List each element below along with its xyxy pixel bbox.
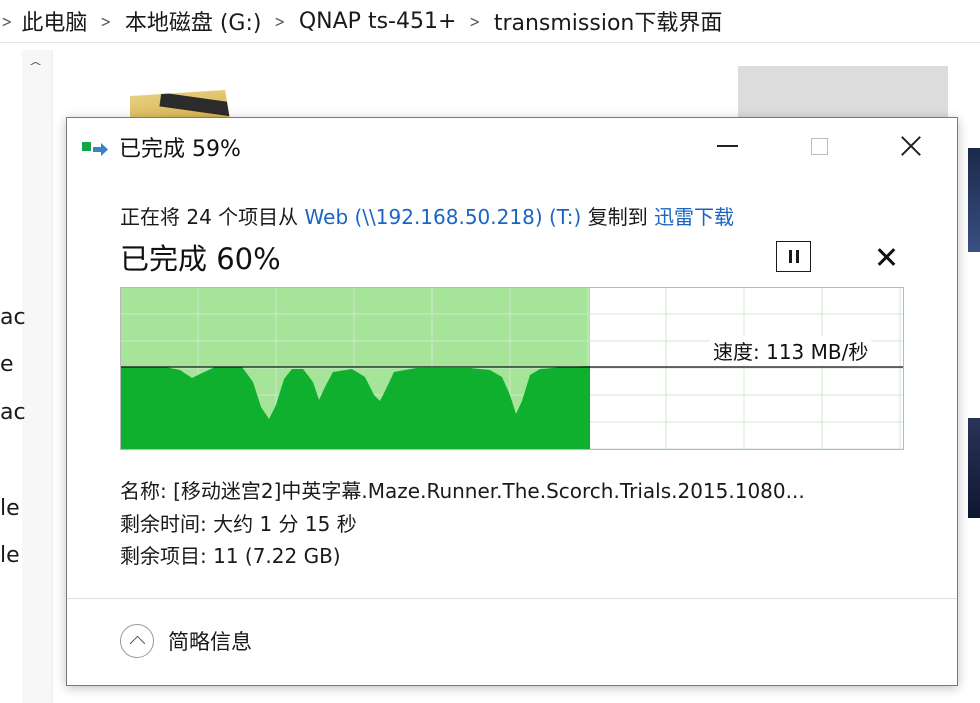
chevron-right-icon[interactable]: > bbox=[470, 12, 481, 31]
copy-progress-icon bbox=[82, 139, 110, 159]
chevron-up-icon[interactable]: ^ bbox=[28, 60, 43, 73]
file-thumbnail[interactable] bbox=[738, 66, 948, 122]
dialog-title: 已完成 59% bbox=[119, 137, 241, 162]
minimize-button[interactable] bbox=[681, 118, 773, 174]
items-remaining: 剩余项目: 11 (7.22 GB) bbox=[120, 544, 341, 568]
cancel-button[interactable] bbox=[877, 248, 895, 266]
divider bbox=[67, 598, 957, 599]
copy-description: 正在将 24 个项目从 Web (\\192.168.50.218) (T:) … bbox=[120, 201, 734, 230]
nav-item-fragment[interactable]: le bbox=[0, 543, 20, 568]
pause-icon bbox=[788, 250, 799, 263]
chevron-right-icon[interactable]: > bbox=[101, 12, 112, 31]
breadcrumb: > 此电脑 > 本地磁盘 (G:) > QNAP ts-451+ > trans… bbox=[0, 0, 980, 43]
image-thumbnail[interactable] bbox=[968, 418, 980, 518]
breadcrumb-item-current-folder[interactable]: transmission下载界面 bbox=[494, 5, 723, 37]
speed-label: 速度: 113 MB/秒 bbox=[710, 336, 872, 365]
nav-item-fragment[interactable]: ac bbox=[0, 305, 26, 330]
breadcrumb-item-this-pc[interactable]: 此电脑 bbox=[21, 5, 87, 37]
current-file-name: 名称: [移动迷宫2]中英字幕.Maze.Runner.The.Scorch.T… bbox=[120, 479, 805, 503]
dialog-titlebar[interactable]: 已完成 59% bbox=[67, 118, 957, 174]
fewer-details-label: 简略信息 bbox=[168, 630, 252, 654]
destination-link[interactable]: 迅雷下载 bbox=[654, 205, 734, 229]
breadcrumb-item-drive-g[interactable]: 本地磁盘 (G:) bbox=[125, 5, 262, 37]
minimize-icon bbox=[716, 145, 738, 147]
description-middle: 复制到 bbox=[581, 205, 655, 229]
copy-progress-dialog: 已完成 59% 正在将 24 个项目从 Web (\\192.168.50.21… bbox=[66, 117, 958, 686]
close-icon bbox=[900, 135, 922, 157]
image-thumbnail[interactable] bbox=[968, 148, 980, 252]
folder-thumbnail[interactable] bbox=[130, 90, 230, 120]
description-prefix: 正在将 24 个项目从 bbox=[120, 205, 305, 229]
source-link[interactable]: Web (\\192.168.50.218) (T:) bbox=[305, 205, 582, 229]
breadcrumb-item-qnap[interactable]: QNAP ts-451+ bbox=[299, 9, 457, 34]
nav-item-fragment[interactable]: e bbox=[0, 352, 14, 377]
chevron-right-icon[interactable]: > bbox=[1, 12, 12, 31]
transfer-speed-graph bbox=[120, 287, 904, 450]
nav-item-fragment[interactable]: ac bbox=[0, 400, 26, 425]
progress-percent: 已完成 60% bbox=[120, 242, 281, 276]
nav-item-fragment[interactable]: le bbox=[0, 496, 20, 521]
chevron-circle-up-icon bbox=[120, 624, 154, 658]
pause-button[interactable] bbox=[776, 241, 811, 272]
close-button[interactable] bbox=[865, 118, 957, 174]
maximize-button bbox=[773, 118, 865, 174]
time-remaining: 剩余时间: 大约 1 分 15 秒 bbox=[120, 512, 357, 536]
fewer-details-button[interactable]: 简略信息 bbox=[120, 624, 252, 658]
maximize-icon bbox=[810, 137, 828, 155]
chevron-right-icon[interactable]: > bbox=[275, 12, 286, 31]
navigation-pane[interactable]: ^ bbox=[22, 50, 53, 703]
